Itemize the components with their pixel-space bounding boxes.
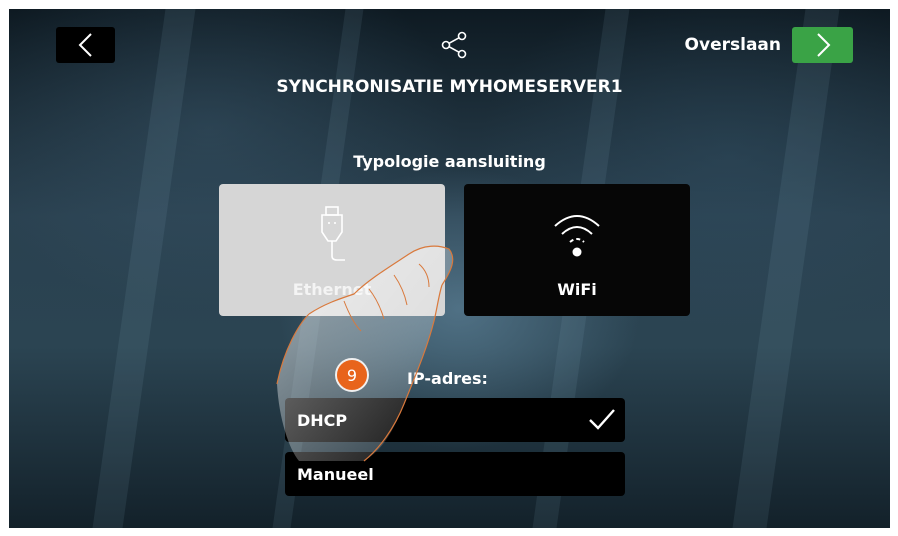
step-number-badge: 9 xyxy=(335,358,369,392)
page-title: SYNCHRONISATIE MYHOMESERVER1 xyxy=(276,77,623,97)
checkmark-icon xyxy=(589,409,615,430)
share-icon[interactable] xyxy=(437,27,473,63)
skip-label[interactable]: Overslaan xyxy=(669,35,781,55)
ethernet-plug-icon xyxy=(321,206,345,261)
dhcp-label: DHCP xyxy=(297,411,348,430)
connection-type-heading: Typologie aansluiting xyxy=(353,152,546,171)
wifi-option-card[interactable]: WiFi xyxy=(464,184,690,316)
ip-address-heading: IP-adres: xyxy=(407,369,488,388)
manual-label: Manueel xyxy=(297,465,374,484)
next-button[interactable] xyxy=(792,27,853,63)
wifi-label: WiFi xyxy=(557,280,597,299)
back-button[interactable] xyxy=(56,27,115,63)
wifi-icon xyxy=(554,215,600,257)
ethernet-option-card[interactable]: Ethernet xyxy=(219,184,445,316)
touchscreen: Overslaan SYNCHRONISATIE MYHOMESERVER1 T… xyxy=(9,9,890,528)
ethernet-label: Ethernet xyxy=(292,280,372,299)
chevron-left-icon xyxy=(78,33,92,57)
dhcp-option[interactable]: DHCP xyxy=(285,398,625,442)
chevron-right-icon xyxy=(816,33,830,57)
manual-option[interactable]: Manueel xyxy=(285,452,625,496)
